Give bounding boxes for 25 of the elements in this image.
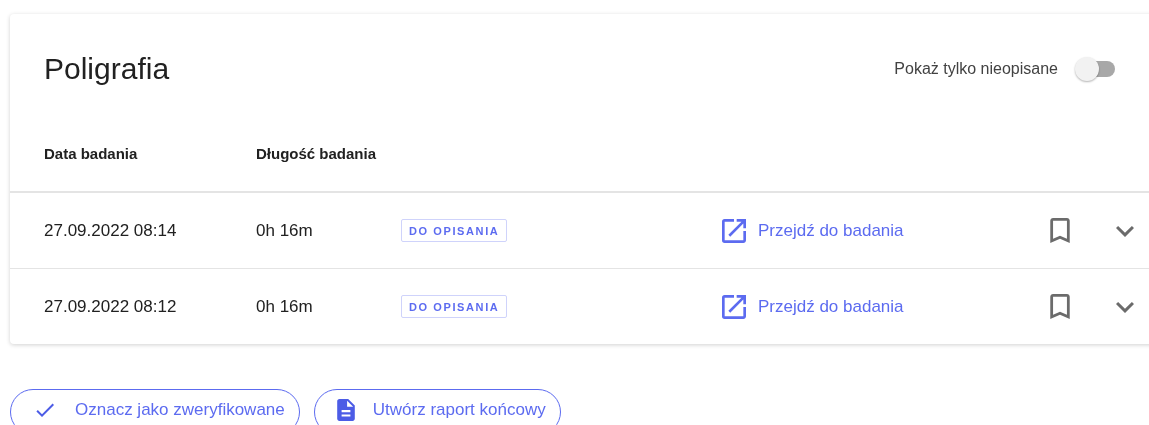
page-title: Poligrafia [44,52,170,86]
status-badge: DO OPISANIA [401,219,508,242]
column-header: Data badania [44,145,139,162]
bookmark-icon [1050,218,1070,243]
external-link-icon [722,294,746,319]
duration-cell-text: 0h 16m [256,296,314,317]
expand-button[interactable] [1116,300,1134,313]
bookmark-button[interactable] [1050,294,1070,319]
report-button[interactable]: Utwórz raport końcowy [313,389,561,425]
document-icon [336,399,355,421]
open-study-link[interactable]: Przejdź do badania [722,294,904,319]
toggle-label: Pokaż tylko nieopisane [894,60,1058,78]
external-link-icon [722,218,746,243]
date-cell-text: 27.09.2022 08:12 [44,296,178,317]
chevron-icon [1116,224,1134,237]
column-header: Długość badania [256,145,378,162]
bookmark-button[interactable] [1050,218,1070,243]
duration-cell-text: 0h 16m [256,220,314,241]
open-study-link[interactable]: Przejdź do badania [722,218,904,243]
expand-button[interactable] [1116,224,1134,237]
verify-button[interactable]: Oznacz jako zweryfikowane [10,389,300,425]
date-cell-text: 27.09.2022 08:14 [44,220,178,241]
status-badge: DO OPISANIA [401,295,508,318]
chevron-icon [1116,300,1134,313]
bookmark-icon [1050,294,1070,319]
